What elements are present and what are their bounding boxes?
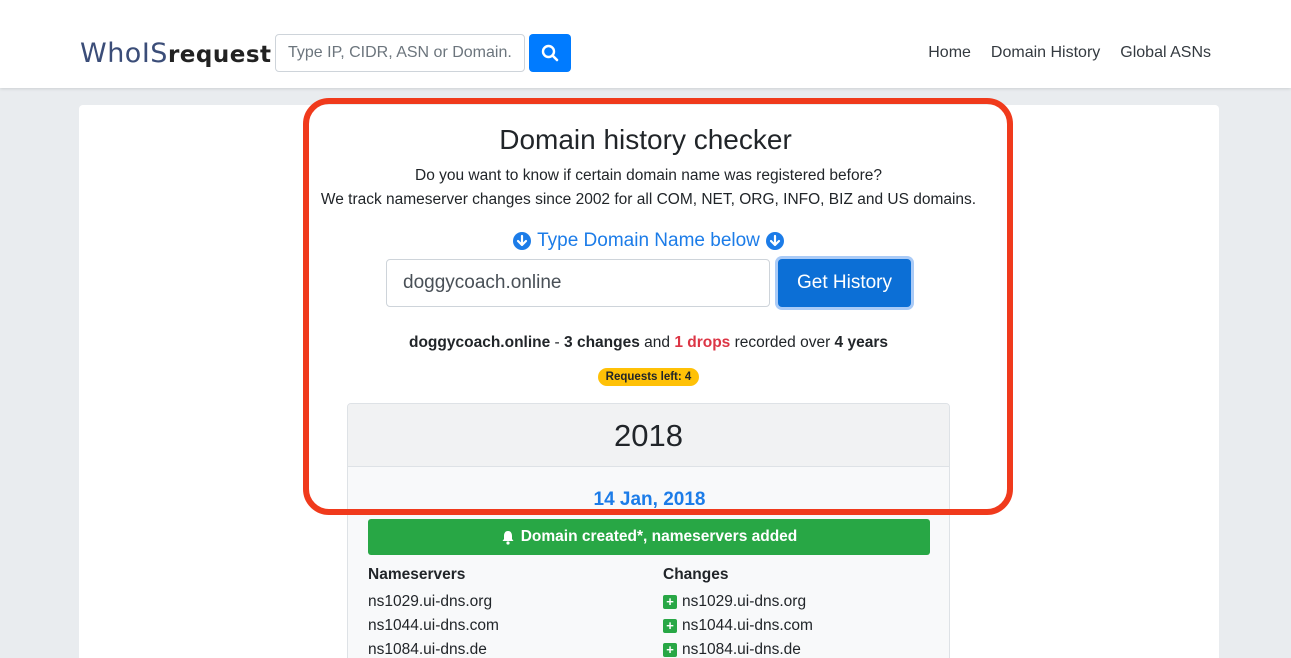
nav-global-asns[interactable]: Global ASNs <box>1120 44 1211 62</box>
plus-square-icon: + <box>663 619 677 633</box>
get-history-button[interactable]: Get History <box>778 259 911 307</box>
change-label: ns1044.ui-dns.com <box>682 617 813 634</box>
event-date: 14 Jan, 2018 <box>593 489 706 510</box>
changes-header: Changes <box>663 566 729 583</box>
nameserver-item: ns1044.ui-dns.com <box>368 614 499 638</box>
plus-square-icon: + <box>663 643 677 657</box>
nameserver-item: ns1029.ui-dns.org <box>368 590 499 614</box>
nav-domain-history[interactable]: Domain History <box>991 44 1100 62</box>
summary-years: 4 years <box>834 334 888 351</box>
year-section: 2018 14 Jan, 2018 Domain created*, names… <box>347 403 950 658</box>
bell-icon <box>502 530 514 545</box>
site-logo[interactable]: WhoISrequest <box>80 36 272 72</box>
event-banner: Domain created*, nameservers added <box>368 519 930 555</box>
nameserver-label: ns1044.ui-dns.com <box>368 617 499 634</box>
plus-square-icon: + <box>663 595 677 609</box>
search-button[interactable] <box>529 34 571 72</box>
summary-recorded: recorded over <box>730 334 835 351</box>
history-summary: doggycoach.online - 3 changes and 1 drop… <box>0 334 1291 352</box>
description-line-2: We track nameserver changes since 2002 f… <box>320 191 977 208</box>
search-icon <box>541 44 559 62</box>
arrow-down-circle-icon <box>513 232 532 250</box>
change-label: ns1084.ui-dns.de <box>682 641 801 658</box>
change-label: ns1029.ui-dns.org <box>682 593 807 610</box>
change-item: + ns1084.ui-dns.de <box>663 638 813 658</box>
summary-drops: 1 drops <box>674 334 731 351</box>
nameserver-label: ns1029.ui-dns.org <box>368 593 493 610</box>
event-label: Domain created*, nameservers added <box>520 528 798 545</box>
nav-home[interactable]: Home <box>928 44 971 62</box>
summary-changes: 3 changes <box>564 334 640 351</box>
arrow-down-circle-icon <box>765 232 784 250</box>
nameserver-label: ns1084.ui-dns.de <box>368 641 487 658</box>
requests-left-badge: Requests left: 4 <box>598 368 699 386</box>
type-hint-label: Type Domain Name below <box>537 230 760 251</box>
change-item: + ns1044.ui-dns.com <box>663 614 813 638</box>
change-item: + ns1029.ui-dns.org <box>663 590 813 614</box>
page-title: Domain history checker <box>499 124 792 155</box>
nameservers-header: Nameservers <box>368 566 466 583</box>
changes-column: Changes + ns1029.ui-dns.org + ns1044.ui-dn… <box>663 566 813 658</box>
summary-and: and <box>639 334 675 351</box>
summary-separator: - <box>550 334 565 351</box>
domain-input[interactable] <box>386 259 770 307</box>
type-domain-hint: Type Domain Name below <box>0 230 1291 252</box>
summary-domain: doggycoach.online <box>409 334 551 351</box>
nameserver-item: ns1084.ui-dns.de <box>368 638 499 658</box>
search-input[interactable] <box>275 34 525 72</box>
description-line-1: Do you want to know if certain domain na… <box>415 167 882 184</box>
nameservers-column: Nameservers ns1029.ui-dns.org ns1044.ui-… <box>368 566 499 658</box>
top-navbar: WhoISrequest Home Domain History Global … <box>0 0 1291 88</box>
nav-links: Home Domain History Global ASNs <box>928 44 1211 62</box>
year-heading: 2018 <box>348 404 949 467</box>
